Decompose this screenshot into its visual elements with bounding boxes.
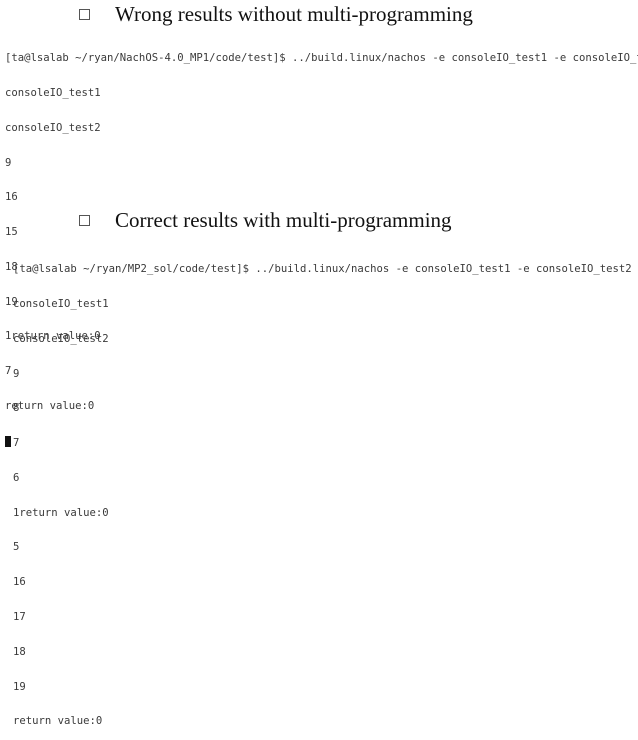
terminal-line: consoleIO_test1 <box>5 86 101 99</box>
heading-text: Wrong results without multi-programming <box>115 2 473 26</box>
terminal-line: 18 <box>13 645 26 658</box>
terminal-line: return value:0 <box>13 715 103 728</box>
terminal-line: consoleIO_test2 <box>13 332 109 345</box>
terminal-line: 16 <box>5 191 18 204</box>
terminal-line: 5 <box>13 541 20 554</box>
terminal-line: consoleIO_test2 <box>5 121 101 134</box>
terminal-line: [ta@lsalab ~/ryan/NachOS-4.0_MP1/code/te… <box>5 52 638 65</box>
terminal-line: 1return value:0 <box>13 506 109 519</box>
terminal-line: consoleIO_test1 <box>13 297 109 310</box>
terminal-cursor[interactable] <box>5 435 11 447</box>
terminal-output-correct: [ta@lsalab ~/ryan/MP2_sol/code/test]$ ..… <box>13 241 632 740</box>
terminal-line: 7 <box>13 437 20 450</box>
checkbox-icon <box>79 214 90 226</box>
section-heading-wrong: Wrong results without multi-programming <box>79 2 473 26</box>
terminal-line: 9 <box>13 367 20 380</box>
terminal-line: 8 <box>13 402 20 415</box>
heading-text: Correct results with multi-programming <box>115 208 452 232</box>
terminal-line: 19 <box>13 680 26 693</box>
terminal-line: 16 <box>13 576 26 589</box>
section-heading-correct: Correct results with multi-programming <box>79 208 452 232</box>
terminal-line: [ta@lsalab ~/ryan/MP2_sol/code/test]$ ..… <box>13 263 632 276</box>
terminal-line: 17 <box>13 611 26 623</box>
checkbox-icon <box>79 8 90 20</box>
terminal-line: 9 <box>5 156 12 169</box>
terminal-line: 6 <box>13 471 20 484</box>
